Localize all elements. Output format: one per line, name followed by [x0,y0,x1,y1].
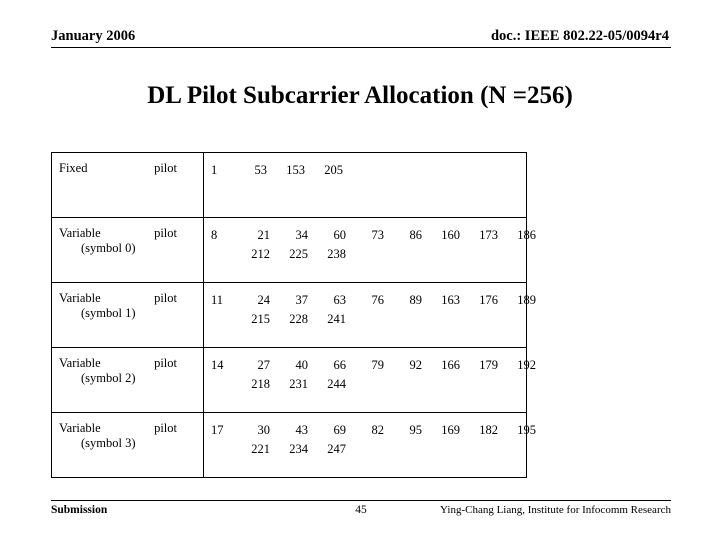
value-cell: 60 [333,228,347,242]
footer-page-number: 45 [355,504,367,516]
value-cell: 30 [257,423,271,437]
values-line-2: 215 228 241 [211,310,520,329]
value-cell: 92 [409,358,423,372]
value-cell: 34 [295,228,309,242]
value-cell: 27 [257,358,271,372]
value-cell: 89 [409,293,423,307]
value-cell: 163 [441,293,460,307]
values-line-2: 218 231 244 [211,375,520,394]
values-line-1: 17 30 43 69 82 95 169 182 195 [211,421,536,440]
row-values-cell: 17 30 43 69 82 95 169 182 195 221 234 247 [203,412,536,478]
value-cell: 153 [286,163,305,177]
pilot-allocation-table: Fixed pilot 1 53 153 205 Variable pilot (sy… [51,152,536,478]
value-cell: 186 [517,228,536,242]
table-row: Variable pilot (symbol 0) 8 21 34 60 73 86 160… [51,217,536,283]
values-line-1: 1 53 153 205 [211,161,520,180]
table-row: Variable pilot (symbol 2) 14 27 40 66 79 92 16… [51,347,536,413]
row-label-cell: Variable pilot (symbol 3) [51,412,204,478]
value-cell: 212 [251,247,270,262]
row-label-secondary: (symbol 0) [81,241,136,255]
value-cell: 53 [254,163,268,177]
pilot-allocation-table-container: Fixed pilot 1 53 153 205 Variable pilot (sy… [51,152,536,478]
row-values-cell: 11 24 37 63 76 89 163 176 189 215 228 241 [203,282,536,348]
value-cell: 86 [409,228,423,242]
value-cell: 231 [289,377,308,392]
value-cell: 169 [441,423,460,437]
row-label-secondary: (symbol 2) [81,371,136,385]
value-cell: 24 [257,293,271,307]
value-cell: 228 [289,312,308,327]
row-label-secondary: (symbol 1) [81,306,136,320]
value-cell: 218 [251,377,270,392]
value-cell: 234 [289,442,308,457]
value-cell: 11 [211,293,224,307]
value-cell: 238 [327,247,346,262]
value-cell: 189 [517,293,536,307]
row-label-secondary: (symbol 3) [81,436,136,450]
value-cell: 205 [324,163,343,177]
table-row: Fixed pilot 1 53 153 205 [51,152,527,218]
value-cell: 66 [333,358,347,372]
value-cell: 1 [211,163,218,177]
value-cell: 225 [289,247,308,262]
row-values-cell: 8 21 34 60 73 86 160 173 186 212 225 238 [203,217,536,283]
page-title: DL Pilot Subcarrier Allocation (N =256) [147,82,573,109]
value-cell: 63 [333,293,347,307]
value-cell: 37 [295,293,309,307]
row-label-cell: Fixed pilot [51,152,204,218]
values-line-1: 8 21 34 60 73 86 160 173 186 [211,226,536,245]
row-label-cell: Variable pilot (symbol 2) [51,347,204,413]
value-cell: 82 [371,423,385,437]
values-line-2: 221 234 247 [211,440,520,459]
header-doc-reference: doc.: IEEE 802.22-05/0094r4 [490,28,669,44]
row-values-cell: 14 27 40 66 79 92 166 179 192 218 231 244 [203,347,536,413]
value-cell: 195 [517,423,536,437]
row-label-primary: Variable pilot [59,356,177,370]
row-label-cell: Variable pilot (symbol 1) [51,282,204,348]
value-cell: 166 [441,358,460,372]
values-line-2: 212 225 238 [211,245,520,264]
header-date: January 2006 [51,28,136,44]
value-cell: 79 [371,358,385,372]
value-cell: 160 [441,228,460,242]
row-label-primary: Variable pilot [59,421,177,435]
slide-header: January 2006 doc.: IEEE 802.22-05/0094r4 [51,28,671,48]
value-cell: 43 [295,423,309,437]
value-cell: 192 [517,358,536,372]
row-label-primary: Fixed pilot [59,161,177,175]
value-cell: 247 [327,442,346,457]
value-cell: 215 [251,312,270,327]
slide-footer: Submission 45 Ying-Chang Liang, Institut… [51,500,671,516]
value-cell: 179 [479,358,498,372]
value-cell: 173 [479,228,498,242]
value-cell: 95 [409,423,423,437]
slide: January 2006 doc.: IEEE 802.22-05/0094r4… [0,0,720,540]
value-cell: 14 [211,358,224,372]
value-cell: 8 [211,228,218,242]
value-cell: 69 [333,423,347,437]
table-row: Variable pilot (symbol 1) 11 24 37 63 76 89 16… [51,282,536,348]
value-cell: 17 [211,423,224,437]
value-cell: 21 [257,228,271,242]
value-cell: 221 [251,442,270,457]
value-cell: 40 [295,358,309,372]
value-cell: 182 [479,423,498,437]
value-cell: 241 [327,312,346,327]
row-label-primary: Variable pilot [59,226,177,240]
values-line-1: 11 24 37 63 76 89 163 176 189 [211,291,536,310]
value-cell: 244 [327,377,346,392]
values-line-1: 14 27 40 66 79 92 166 179 192 [211,356,536,375]
row-values-cell: 1 53 153 205 [203,152,527,218]
row-label-cell: Variable pilot (symbol 0) [51,217,204,283]
value-cell: 73 [371,228,385,242]
table-row: Variable pilot (symbol 3) 17 30 43 69 82 95 16… [51,412,536,478]
value-cell: 176 [479,293,498,307]
row-label-primary: Variable pilot [59,291,177,305]
value-cell: 76 [371,293,385,307]
